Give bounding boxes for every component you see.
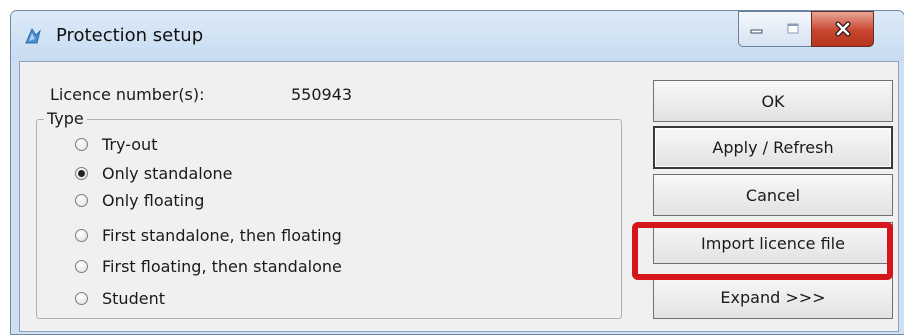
ok-button[interactable]: OK (653, 80, 893, 122)
expand-button[interactable]: Expand >>> (653, 275, 893, 319)
radio-try-out[interactable]: Try-out (75, 132, 157, 156)
radio-first-floating-then-standalone[interactable]: First floating, then standalone (75, 254, 342, 278)
radio-button[interactable] (75, 228, 88, 242)
apply-refresh-button[interactable]: Apply / Refresh (653, 126, 893, 169)
radio-button-selected[interactable] (75, 166, 88, 180)
maximize-icon (787, 23, 799, 34)
radio-button[interactable] (75, 259, 88, 273)
radio-label: Student (102, 288, 165, 308)
radio-label: Only floating (102, 190, 205, 210)
minimize-button[interactable] (738, 11, 776, 47)
protection-setup-window: Protection setup Licence number(s): 5509… (10, 10, 904, 335)
close-icon (835, 21, 850, 37)
app-logo-icon (25, 27, 41, 44)
dialog-client-area: Licence number(s): 550943 Type Try-out O… (19, 61, 899, 332)
radio-only-standalone[interactable]: Only standalone (75, 161, 232, 185)
radio-label: First floating, then standalone (102, 256, 342, 276)
radio-first-standalone-then-floating[interactable]: First standalone, then floating (75, 223, 342, 247)
type-group-legend: Type (44, 109, 87, 128)
cancel-button[interactable]: Cancel (653, 174, 893, 216)
radio-student[interactable]: Student (75, 286, 165, 310)
radio-button[interactable] (75, 291, 88, 305)
import-licence-file-button[interactable]: Import licence file (653, 222, 893, 264)
radio-label: First standalone, then floating (102, 225, 342, 245)
minimize-icon (750, 29, 763, 34)
radio-button[interactable] (75, 193, 88, 207)
close-button[interactable] (811, 11, 874, 47)
radio-only-floating[interactable]: Only floating (75, 188, 204, 212)
maximize-button[interactable] (775, 11, 812, 47)
radio-label: Try-out (102, 134, 158, 154)
radio-button[interactable] (75, 137, 88, 151)
radio-label: Only standalone (102, 163, 233, 183)
window-title: Protection setup (56, 25, 204, 46)
licence-number-value: 550943 (291, 85, 353, 104)
title-bar: Protection setup (11, 11, 904, 61)
licence-number-label: Licence number(s): (50, 85, 205, 104)
